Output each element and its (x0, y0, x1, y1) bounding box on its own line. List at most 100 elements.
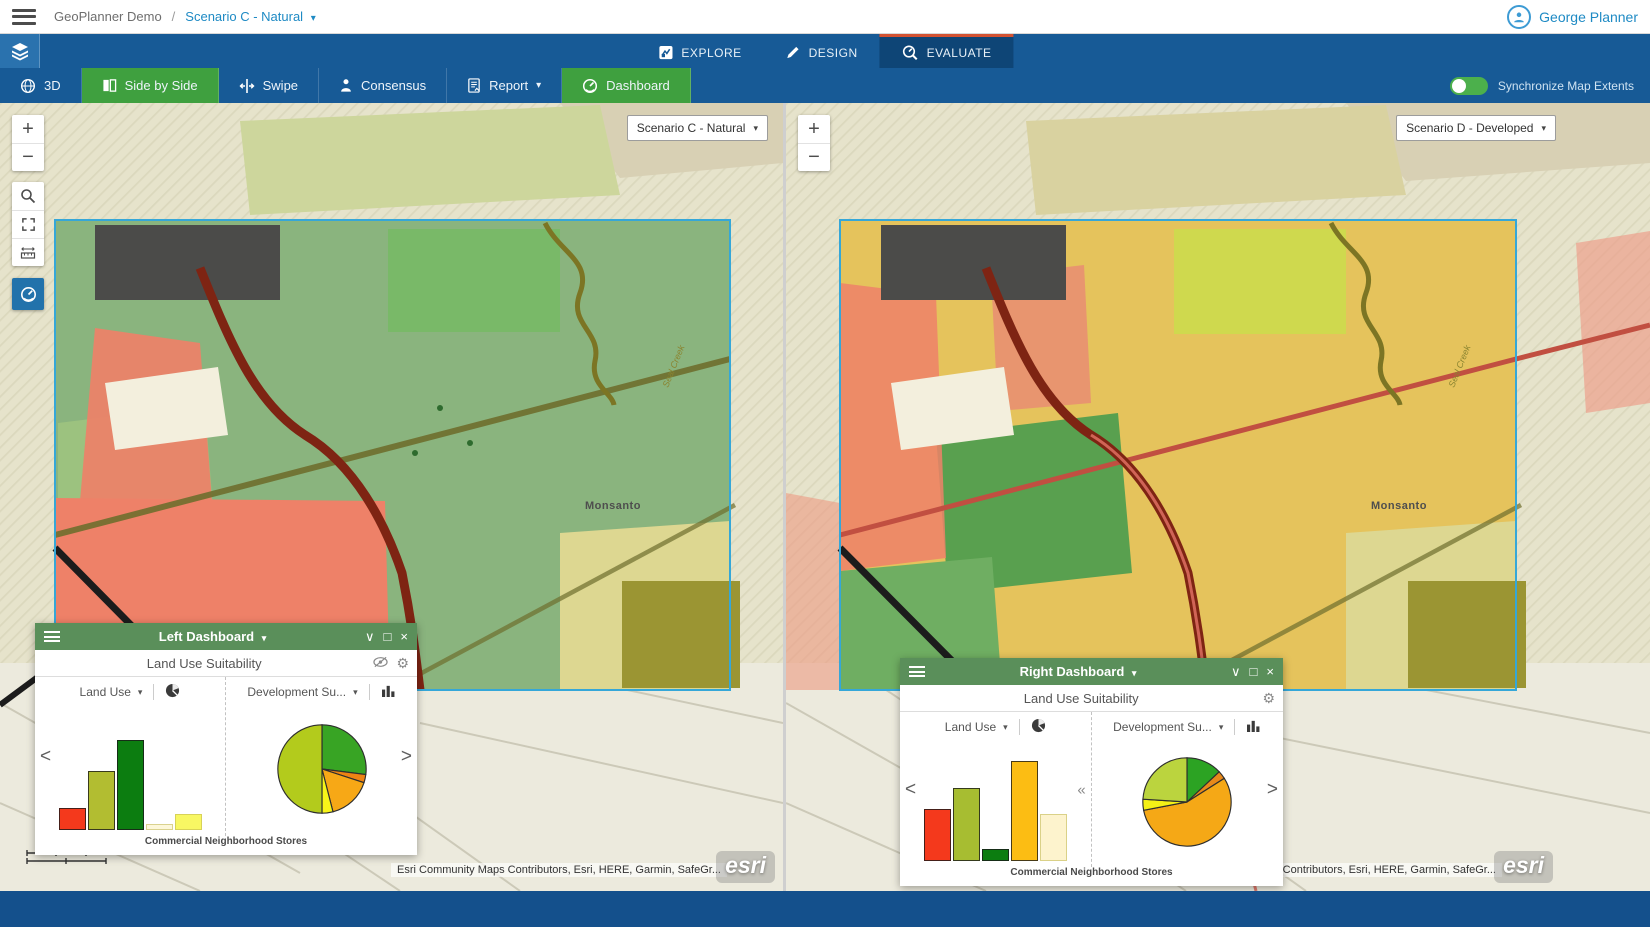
close-icon[interactable]: × (1266, 665, 1274, 678)
left-scenario-selector[interactable]: Scenario C - Natural ▾ (627, 115, 768, 141)
report-button[interactable]: Report ▾ (447, 68, 562, 103)
bar-chart-left-dashboard (35, 707, 225, 836)
explore-icon (658, 45, 673, 60)
esri-logo: esri (1494, 851, 1553, 883)
land-use-widget: Land Use ▾ (900, 712, 1092, 867)
dashboard-gauge-icon (20, 286, 37, 303)
sync-extents-toggle[interactable] (1450, 77, 1488, 95)
user-menu[interactable]: George Planner (1507, 5, 1638, 29)
breadcrumb-scenario-dropdown[interactable]: Scenario C - Natural ▾ (185, 9, 315, 24)
evaluate-gauge-icon (902, 44, 919, 61)
right-dashboard-title-dropdown[interactable]: Right Dashboard ▾ (925, 664, 1231, 679)
caret-down-icon: ▾ (753, 123, 758, 134)
pencil-icon (786, 45, 801, 60)
collapse-icon[interactable]: ∨ (365, 630, 375, 643)
3d-button[interactable]: 3D (0, 68, 82, 103)
gear-icon[interactable]: ⚙ (1262, 690, 1275, 707)
land-use-widget-header: Land Use ▾ (900, 712, 1091, 742)
page-previous-chevron[interactable]: < (40, 746, 51, 768)
layers-button[interactable] (0, 34, 40, 68)
map-tools-left (12, 182, 44, 266)
zoom-out-button[interactable]: − (12, 143, 44, 171)
map-workspace: Monsanto Seal Creek + − (0, 103, 1650, 891)
zoom-in-button[interactable]: + (12, 115, 44, 143)
left-dashboard-title-dropdown[interactable]: Left Dashboard ▾ (60, 629, 365, 644)
esri-logo: esri (716, 851, 775, 883)
hamburger-menu-icon[interactable] (12, 9, 36, 25)
right-scenario-selector[interactable]: Scenario D - Developed ▾ (1396, 115, 1556, 141)
maximize-icon[interactable]: □ (384, 630, 392, 643)
left-dashboard-titlebar[interactable]: Left Dashboard ▾ ∨ □ × (35, 623, 417, 650)
right-map-panel: Monsanto Seal Creek + − Scenario D - Dev… (786, 103, 1650, 891)
breadcrumb-app-name: GeoPlanner Demo (54, 9, 162, 24)
bar-chart-type-icon[interactable] (1246, 719, 1261, 735)
full-extent-button[interactable] (12, 210, 44, 238)
bar-cream (146, 824, 173, 830)
collapse-column-chevron[interactable]: « (1077, 781, 1085, 798)
expand-arrows-icon (21, 217, 36, 232)
development-suitability-widget: Development Su... ▾ (226, 677, 417, 836)
layers-icon (10, 41, 30, 61)
consensus-button[interactable]: Consensus (319, 68, 447, 103)
dashboard-menu-icon[interactable] (909, 666, 925, 677)
dashboard-menu-icon[interactable] (44, 631, 60, 642)
dashboard-tool-button-active[interactable] (12, 278, 44, 310)
visibility-icon[interactable] (373, 655, 388, 671)
search-icon (20, 188, 36, 204)
left-dashboard-window: Left Dashboard ▾ ∨ □ × Land Use Suitabil… (35, 623, 417, 855)
pie-chart-type-icon[interactable] (165, 683, 180, 701)
bar-cream (1040, 814, 1067, 861)
caret-down-icon: ▾ (1219, 722, 1224, 733)
page-next-chevron[interactable]: > (1267, 779, 1278, 801)
right-dashboard-subtitle-row: Land Use Suitability ⚙ (900, 685, 1283, 712)
page-next-chevron[interactable]: > (401, 746, 412, 768)
maximize-icon[interactable]: □ (1250, 665, 1258, 678)
swipe-button[interactable]: Swipe (219, 68, 319, 103)
swipe-icon (239, 78, 255, 94)
caret-down-icon: ▾ (138, 687, 143, 698)
search-button[interactable] (12, 182, 44, 210)
dashboard-footer-label: Commercial Neighborhood Stores (35, 836, 417, 855)
breadcrumb-separator: / (172, 9, 176, 24)
left-map-panel: Monsanto Seal Creek + − (0, 103, 783, 891)
bar-chart-type-icon[interactable] (381, 684, 396, 700)
right-dashboard-window: Right Dashboard ▾ ∨ □ × Land Use Suitabi… (900, 658, 1283, 886)
sync-extents-label: Synchronize Map Extents (1498, 79, 1634, 93)
right-dashboard-titlebar[interactable]: Right Dashboard ▾ ∨ □ × (900, 658, 1283, 685)
bar-chart-right-dashboard (900, 742, 1091, 867)
pie-chart-type-icon[interactable] (1031, 718, 1046, 736)
pie-chart-left-dashboard (226, 707, 417, 836)
panel-title: Land Use Suitability (43, 656, 365, 671)
gear-icon[interactable]: ⚙ (396, 655, 409, 672)
measure-ruler-icon (20, 246, 36, 260)
bar-yellow-green (953, 788, 980, 861)
tab-evaluate[interactable]: EVALUATE (880, 34, 1014, 68)
evaluate-toolbar: 3D Side by Side Swipe Consensus Report ▾ (0, 68, 1650, 103)
caret-down-icon: ▾ (1003, 722, 1008, 733)
page-previous-chevron[interactable]: < (905, 779, 916, 801)
bar-red (59, 808, 86, 830)
zoom-out-button[interactable]: − (798, 143, 830, 171)
dashboard-button[interactable]: Dashboard (562, 68, 691, 103)
dashboard-footer-label: Commercial Neighborhood Stores (900, 867, 1283, 886)
map-label-town: Monsanto (585, 500, 641, 512)
widget-selector[interactable]: Land Use (80, 685, 131, 699)
mode-tabs: EXPLORE DESIGN EVALUATE (636, 34, 1013, 68)
user-avatar-icon (1507, 5, 1531, 29)
tab-explore[interactable]: EXPLORE (636, 34, 763, 68)
consensus-person-icon (339, 78, 353, 93)
zoom-controls-left: + − (12, 115, 44, 171)
caret-down-icon: ▾ (1541, 123, 1546, 134)
land-use-widget: Land Use ▾ (35, 677, 226, 836)
dashboard-gauge-icon (582, 78, 598, 94)
widget-selector[interactable]: Development Su... (1113, 720, 1212, 734)
side-by-side-button[interactable]: Side by Side (82, 68, 219, 103)
development-widget-header: Development Su... ▾ (1092, 712, 1284, 742)
close-icon[interactable]: × (400, 630, 408, 643)
tab-design[interactable]: DESIGN (764, 34, 880, 68)
widget-selector[interactable]: Land Use (945, 720, 996, 734)
collapse-icon[interactable]: ∨ (1231, 665, 1241, 678)
zoom-in-button[interactable]: + (798, 115, 830, 143)
widget-selector[interactable]: Development Su... (247, 685, 346, 699)
measure-button[interactable] (12, 238, 44, 266)
